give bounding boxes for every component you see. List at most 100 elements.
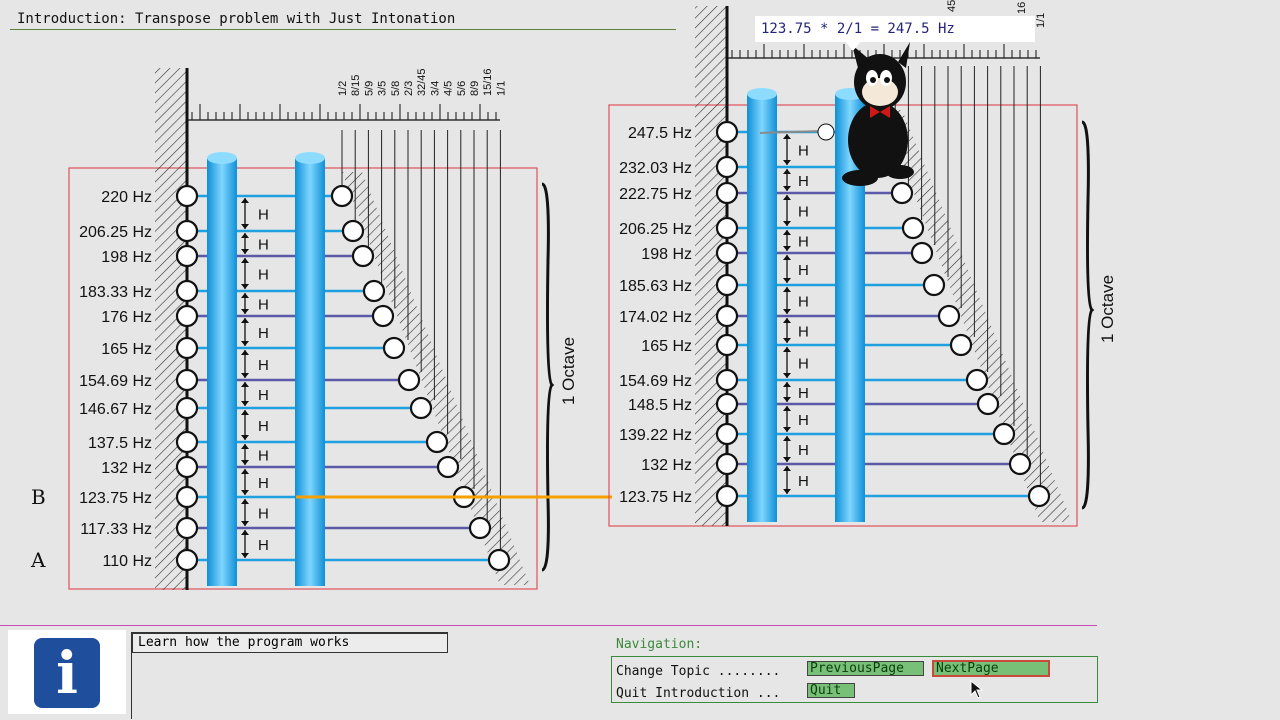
octave-brace bbox=[541, 182, 555, 572]
step-label: H bbox=[258, 237, 269, 254]
step-label: H bbox=[798, 294, 809, 311]
note-circle bbox=[715, 181, 739, 205]
step-label: H bbox=[258, 506, 269, 523]
note-circle bbox=[890, 181, 914, 205]
navigation-panel: Change Topic ........ Quit Introduction … bbox=[611, 656, 1098, 703]
frequency-label: 123.75 Hz bbox=[619, 489, 692, 506]
note-circle bbox=[175, 368, 199, 392]
step-label: H bbox=[798, 442, 809, 459]
step-label: H bbox=[258, 325, 269, 342]
arrow-head bbox=[241, 373, 249, 378]
arrow-head bbox=[241, 401, 249, 406]
arrow-head bbox=[783, 195, 791, 200]
arrow-head bbox=[783, 287, 791, 292]
frequency-label: 154.69 Hz bbox=[79, 373, 152, 390]
note-circle bbox=[425, 430, 449, 454]
quit-button[interactable]: Quit bbox=[807, 683, 855, 698]
note-circle bbox=[175, 516, 199, 540]
arrow-head bbox=[241, 521, 249, 526]
frequency-label: 146.67 Hz bbox=[79, 401, 152, 418]
note-circle bbox=[715, 422, 739, 446]
frequency-label: 185.63 Hz bbox=[619, 278, 692, 295]
quit-introduction-label: Quit Introduction ... bbox=[616, 686, 781, 701]
frequency-label: 110 Hz bbox=[102, 553, 152, 570]
note-circle bbox=[468, 516, 492, 540]
step-label: H bbox=[258, 475, 269, 492]
note-circle bbox=[362, 279, 386, 303]
left-hatch bbox=[155, 68, 187, 590]
note-circle bbox=[715, 333, 739, 357]
note-circle bbox=[976, 392, 1000, 416]
ratio-label: 2/3 bbox=[403, 81, 415, 96]
step-label: H bbox=[798, 473, 809, 490]
step-label: H bbox=[798, 385, 809, 402]
arrow-head bbox=[783, 466, 791, 471]
note-circle bbox=[371, 304, 395, 328]
arrow-head bbox=[783, 347, 791, 352]
frequency-label: 220 Hz bbox=[101, 189, 152, 206]
note-circle bbox=[937, 304, 961, 328]
previous-page-button[interactable]: PreviousPage bbox=[807, 661, 924, 676]
step-label: H bbox=[258, 448, 269, 465]
arrow-head bbox=[241, 341, 249, 346]
arrow-head bbox=[241, 460, 249, 465]
pipe-top bbox=[207, 152, 237, 164]
arrow-head bbox=[783, 338, 791, 343]
step-label: H bbox=[258, 267, 269, 284]
ratio-label: 16 bbox=[1016, 2, 1028, 14]
arrow-head bbox=[241, 258, 249, 263]
frequency-label: 137.5 Hz bbox=[88, 435, 152, 452]
left-diagonal-hatch bbox=[342, 172, 530, 585]
ratio-label: 4/5 bbox=[443, 81, 455, 96]
info-icon[interactable]: i bbox=[34, 638, 100, 708]
arrow-head bbox=[783, 309, 791, 314]
next-page-button[interactable]: NextPage bbox=[932, 660, 1050, 677]
navigation-heading: Navigation: bbox=[616, 637, 703, 652]
arrow-head bbox=[241, 499, 249, 504]
arrow-head bbox=[241, 435, 249, 440]
note-circle bbox=[715, 392, 739, 416]
note-circle bbox=[175, 279, 199, 303]
step-label: H bbox=[258, 537, 269, 554]
frequency-label: 174.02 Hz bbox=[619, 309, 692, 326]
note-circle bbox=[175, 219, 199, 243]
frequency-label: 132 Hz bbox=[641, 457, 692, 474]
note-circle bbox=[715, 241, 739, 265]
note-circle bbox=[715, 304, 739, 328]
arrow-head bbox=[783, 406, 791, 411]
note-circle bbox=[1027, 484, 1051, 508]
marker-a: A bbox=[30, 548, 46, 572]
ratio-label: 1/2 bbox=[337, 81, 349, 96]
arrow-head bbox=[783, 246, 791, 251]
arrow-head bbox=[241, 469, 249, 474]
frequency-label: 247.5 Hz bbox=[628, 125, 692, 142]
note-circle bbox=[715, 216, 739, 240]
ratio-label: 5/8 bbox=[390, 81, 402, 96]
step-label: H bbox=[798, 143, 809, 160]
arrow-head bbox=[241, 293, 249, 298]
note-circle bbox=[175, 304, 199, 328]
step-label: H bbox=[258, 357, 269, 374]
pipe bbox=[747, 94, 777, 522]
ratio-label: 32/45 bbox=[416, 68, 428, 96]
arrow-head bbox=[783, 221, 791, 226]
arrow-head bbox=[783, 186, 791, 191]
step-label: H bbox=[798, 324, 809, 341]
note-circle bbox=[715, 273, 739, 297]
step-label: H bbox=[258, 297, 269, 314]
ratio-label: 5/9 bbox=[363, 81, 375, 96]
note-circle bbox=[409, 396, 433, 420]
arrow-head bbox=[783, 230, 791, 235]
info-panel: i bbox=[8, 630, 126, 714]
arrow-head bbox=[241, 318, 249, 323]
arrow-head bbox=[241, 410, 249, 415]
arrow-head bbox=[783, 427, 791, 432]
change-topic-label: Change Topic ........ bbox=[616, 664, 781, 679]
note-circle bbox=[175, 184, 199, 208]
note-circle bbox=[715, 155, 739, 179]
frequency-label: 206.25 Hz bbox=[619, 221, 692, 238]
tooltip-pointer bbox=[845, 41, 861, 51]
step-label: H bbox=[798, 204, 809, 221]
arrow-head bbox=[783, 436, 791, 441]
arrow-head bbox=[241, 309, 249, 314]
